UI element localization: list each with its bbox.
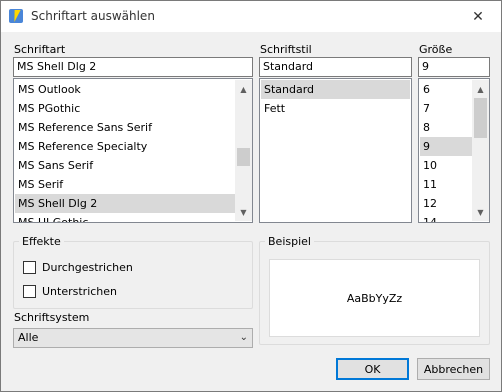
font-list-item[interactable]: MS UI Gothic	[15, 213, 235, 222]
size-list-item[interactable]: 6	[420, 80, 472, 99]
size-list-item[interactable]: 14	[420, 213, 472, 222]
style-list-item[interactable]: Standard	[261, 80, 410, 99]
scroll-down-arrow-icon[interactable]: ▼	[235, 204, 252, 221]
style-list[interactable]: Fett Standard	[259, 78, 412, 223]
underline-checkbox[interactable]	[23, 285, 36, 298]
scroll-up-arrow-icon[interactable]: ▲	[235, 81, 252, 98]
font-list[interactable]: MS UI Gothic MS Shell Dlg 2 MS Serif MS San…	[13, 78, 253, 223]
font-list-item[interactable]: MS PGothic	[15, 99, 235, 118]
script-value: Alle	[18, 331, 39, 344]
close-button[interactable]: ✕	[455, 1, 501, 32]
font-list-item[interactable]: MS Outlook	[15, 80, 235, 99]
chevron-down-icon: ⌄	[239, 332, 248, 343]
sample-label: Beispiel	[265, 235, 314, 248]
font-label: Schriftart	[14, 43, 66, 56]
size-label: Größe	[419, 43, 453, 56]
font-style-input[interactable]: Standard	[259, 57, 412, 77]
font-list-scroll-thumb[interactable]	[237, 148, 250, 166]
scroll-up-arrow-icon[interactable]: ▲	[472, 81, 489, 98]
font-list-item[interactable]: MS Reference Specialty	[15, 137, 235, 156]
cancel-button[interactable]: Abbrechen	[417, 358, 490, 380]
size-list-item[interactable]: 12	[420, 194, 472, 213]
script-select[interactable]: Alle ⌄	[13, 328, 253, 348]
script-label: Schriftsystem	[14, 311, 90, 324]
size-list-item[interactable]: 10	[420, 156, 472, 175]
sample-preview: AaBbYyZz	[269, 259, 480, 337]
font-dialog: Schriftart auswählen ✕ Schriftart MS She…	[0, 0, 502, 392]
strikethrough-label: Durchgestrichen	[42, 261, 133, 274]
font-name-input[interactable]: MS Shell Dlg 2	[13, 57, 253, 77]
title-bar[interactable]: Schriftart auswählen ✕	[1, 1, 501, 32]
close-icon: ✕	[472, 8, 484, 25]
font-size-input[interactable]: 9	[418, 57, 490, 77]
ok-button[interactable]: OK	[336, 358, 409, 380]
font-list-item[interactable]: MS Shell Dlg 2	[15, 194, 235, 213]
font-dialog-icon	[9, 9, 23, 23]
font-list-item[interactable]: MS Sans Serif	[15, 156, 235, 175]
font-list-item[interactable]: MS Serif	[15, 175, 235, 194]
underline-option[interactable]: Unterstrichen	[23, 285, 117, 298]
style-list-item[interactable]: Fett	[261, 99, 410, 118]
size-list-item[interactable]: 8	[420, 118, 472, 137]
size-list-item[interactable]: 7	[420, 99, 472, 118]
strikethrough-option[interactable]: Durchgestrichen	[23, 261, 133, 274]
underline-label: Unterstrichen	[42, 285, 118, 298]
effects-group	[13, 241, 253, 309]
font-list-item[interactable]: MS Reference Sans Serif	[15, 118, 235, 137]
scroll-down-arrow-icon[interactable]: ▼	[472, 204, 489, 221]
font-list-scrollbar[interactable]: ▲ ▼	[235, 80, 252, 221]
window-title: Schriftart auswählen	[31, 9, 155, 23]
strikethrough-checkbox[interactable]	[23, 261, 36, 274]
size-list-item[interactable]: 11	[420, 175, 472, 194]
effects-label: Effekte	[19, 235, 64, 248]
size-list-item[interactable]: 9	[420, 137, 472, 156]
size-list-scroll-thumb[interactable]	[474, 98, 487, 138]
size-list-scrollbar[interactable]: ▲ ▼	[472, 80, 489, 221]
style-label: Schriftstil	[260, 43, 312, 56]
size-list[interactable]: 14 12 11 10 9 8 7 6 ▲ ▼	[418, 78, 490, 223]
